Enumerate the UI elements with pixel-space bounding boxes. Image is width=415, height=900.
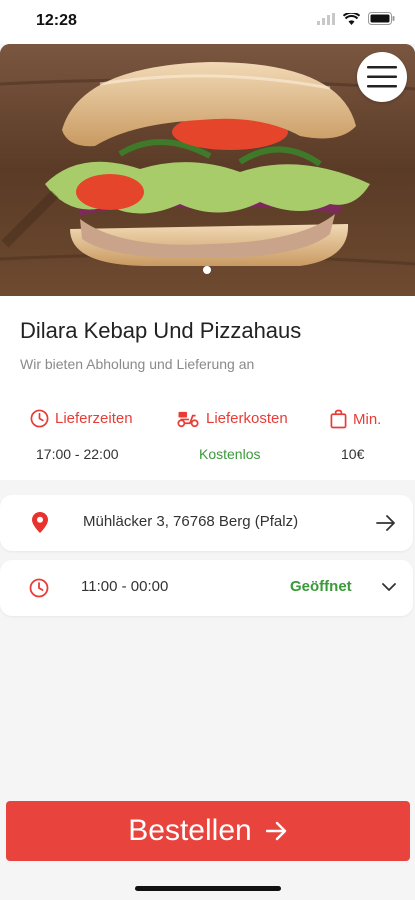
order-button-label: Bestellen	[128, 814, 252, 847]
minimum-order-label: Min.	[353, 410, 382, 428]
carousel-page-indicator[interactable]	[203, 266, 211, 274]
address-text: Mühläcker 3, 76768 Berg (Pfalz)	[83, 513, 299, 530]
opening-hours-card[interactable]: 11:00 - 00:00 Geöffnet	[0, 560, 413, 616]
restaurant-info: Dilara Kebap Und Pizzahaus Wir bieten Ab…	[0, 296, 415, 480]
minimum-order-value: 10€	[341, 446, 365, 462]
meta-values: 17:00 - 22:00 Kostenlos 10€	[0, 446, 415, 466]
clock-icon	[30, 409, 49, 428]
delivery-times-label: Lieferzeiten	[55, 410, 133, 427]
delivery-costs-label: Lieferkosten	[206, 410, 288, 427]
shopping-bag-icon	[330, 409, 347, 429]
status-icons	[317, 12, 395, 25]
delivery-times-label-group: Lieferzeiten	[30, 409, 133, 428]
hamburger-icon	[367, 66, 397, 88]
opening-hours-time: 11:00 - 00:00	[81, 578, 169, 595]
status-bar: 12:28	[0, 0, 415, 44]
location-pin-icon	[32, 512, 48, 533]
minimum-label-group: Min.	[330, 409, 381, 429]
signal-icon	[317, 12, 335, 25]
open-status: Geöffnet	[290, 578, 352, 595]
chevron-down-icon	[382, 583, 396, 591]
hero-image	[0, 44, 415, 296]
status-time: 12:28	[36, 12, 77, 29]
order-button[interactable]: Bestellen	[6, 801, 410, 861]
wifi-icon	[343, 12, 360, 25]
delivery-costs-label-group: Lieferkosten	[176, 409, 288, 428]
delivery-costs-value: Kostenlos	[199, 446, 261, 462]
clock-icon	[29, 578, 49, 598]
menu-button[interactable]	[357, 52, 407, 102]
home-indicator[interactable]	[135, 886, 281, 891]
restaurant-name: Dilara Kebap Und Pizzahaus	[20, 318, 302, 343]
battery-icon	[368, 12, 395, 25]
restaurant-tagline: Wir bieten Abholung und Lieferung an	[20, 356, 255, 372]
kebab-illustration	[0, 44, 415, 296]
scooter-icon	[177, 411, 199, 428]
delivery-times-value: 17:00 - 22:00	[36, 446, 119, 462]
arrow-right-icon	[376, 515, 395, 531]
address-card[interactable]: Mühläcker 3, 76768 Berg (Pfalz)	[0, 495, 413, 551]
arrow-right-icon	[265, 821, 286, 841]
meta-labels: Lieferzeiten Lieferkosten Min.	[0, 409, 415, 433]
